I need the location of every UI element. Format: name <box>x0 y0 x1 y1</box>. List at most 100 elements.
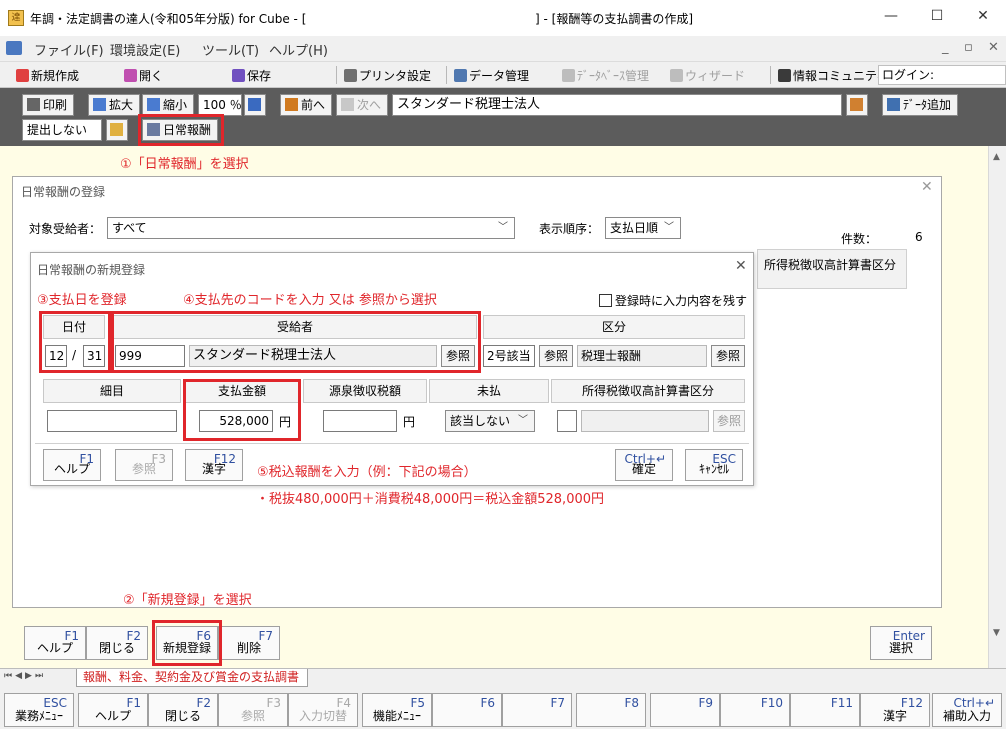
order-label: 表示順序： <box>539 222 600 236</box>
close-button[interactable]: ✕ <box>960 0 1006 32</box>
zoom-value-field[interactable]: 100 ％ <box>198 94 242 116</box>
record-search-button[interactable] <box>846 94 868 116</box>
close-icon[interactable]: ✕ <box>735 258 747 274</box>
minimize-button[interactable]: — <box>868 0 914 32</box>
fkey-f10[interactable]: F10 <box>720 693 790 727</box>
fkey-f4[interactable]: F4 入力切替 <box>288 693 358 727</box>
page-edge-text <box>944 238 956 638</box>
inner-cancel-esc-button[interactable]: ESC ｷｬﾝｾﾙ <box>685 449 743 481</box>
printer-setup-button[interactable]: プリンタ設定 <box>344 67 431 84</box>
next-arrow-icon <box>341 98 354 111</box>
wizard-icon <box>670 69 683 82</box>
count-value: 6 <box>915 230 923 244</box>
detail-input[interactable] <box>47 410 177 432</box>
info-community-button[interactable]: 情報コミュニティ <box>778 67 888 84</box>
fkey-f2[interactable]: F2 閉じる <box>148 693 218 727</box>
mdi-close-button[interactable]: ✕ <box>988 40 999 55</box>
zoom-out-icon <box>147 98 160 111</box>
target-select[interactable]: すべて ﹀ <box>107 217 515 239</box>
header-tax-category: 所得税徴収高計算書区分 <box>551 379 745 403</box>
fkey-f12[interactable]: F12 漢字 <box>860 693 930 727</box>
zoom-search-button[interactable] <box>244 94 266 116</box>
scroll-down-icon[interactable]: ▼ <box>993 628 1000 638</box>
preview-toolbar: 印刷 拡大 縮小 100 ％ 前へ 次へ スタンダード税理士法人 ﾃﾞｰﾀ追加 … <box>0 88 1006 146</box>
add-data-button[interactable]: ﾃﾞｰﾀ追加 <box>882 94 958 116</box>
fkey-f11[interactable]: F11 <box>790 693 860 727</box>
mdi-restore-button[interactable]: ▫ <box>964 40 973 55</box>
print-button[interactable]: 印刷 <box>22 94 74 116</box>
menu-help[interactable]: ヘルプ(H) <box>269 40 328 59</box>
open-button[interactable]: 開く <box>124 67 163 84</box>
delete-f7-button[interactable]: F7 削除 <box>218 626 280 660</box>
select-enter-button[interactable]: Enter 選択 <box>870 626 932 660</box>
database-management-button[interactable]: ﾃﾞｰﾀﾍﾞｰｽ管理 <box>562 67 649 84</box>
record-name-field[interactable]: スタンダード税理士法人 <box>392 94 842 116</box>
withholding-input[interactable] <box>323 410 397 432</box>
dialog-divider <box>35 443 749 444</box>
fkey-f8[interactable]: F8 <box>576 693 646 727</box>
inner-ref-f3-button[interactable]: F3 参照 <box>115 449 173 481</box>
fkey-f9[interactable]: F9 <box>650 693 720 727</box>
inner-help-f1-button[interactable]: F1 ヘルプ <box>43 449 101 481</box>
next-button[interactable]: 次へ <box>336 94 388 116</box>
count-label: 件数： <box>841 232 878 246</box>
prev-button[interactable]: 前へ <box>280 94 332 116</box>
menu-file[interactable]: ファイル(F) <box>34 40 104 59</box>
app-icon: 達 <box>8 10 24 26</box>
fkey-ctrl-enter[interactable]: Ctrl+↵ 補助入力 <box>932 693 1002 727</box>
category-ref-button[interactable]: 参照 <box>539 345 573 367</box>
header-category: 区分 <box>483 315 745 339</box>
keep-input-checkbox[interactable]: 登録時に入力内容を残す <box>599 292 747 309</box>
community-icon <box>778 69 791 82</box>
category-code-input[interactable]: 2号該当 <box>483 345 535 367</box>
fkey-f3[interactable]: F3 参照 <box>218 693 288 727</box>
category-ref2-button[interactable]: 参照 <box>711 345 745 367</box>
tab-payment-report[interactable]: 報酬、料金、契約金及び賞金の支払調書 <box>76 669 308 687</box>
highlight-amount <box>183 379 301 441</box>
submit-settings-button[interactable] <box>106 119 128 141</box>
annotation-5: ⑤税込報酬を入力（例：下記の場合） <box>257 465 477 480</box>
category-name-field: 税理士報酬 <box>577 345 707 367</box>
maximize-button[interactable]: ☐ <box>914 0 960 32</box>
sheet-tab-bar: ⏮◀▶⏭ 報酬、料金、契約金及び賞金の支払調書 <box>0 668 1006 688</box>
save-button[interactable]: 保存 <box>232 67 271 84</box>
fkey-f7[interactable]: F7 <box>502 693 572 727</box>
unpaid-select[interactable]: 該当しない ﹀ <box>445 410 535 432</box>
submit-select[interactable]: 提出しない <box>22 119 102 141</box>
header-withholding: 源泉徴収税額 <box>303 379 427 403</box>
annotation-4: ④支払先のコードを入力 又は 参照から選択 <box>183 293 437 308</box>
menu-settings[interactable]: 環境設定(E) <box>110 40 180 59</box>
fkey-esc[interactable]: ESC 業務ﾒﾆｭｰ <box>4 693 74 727</box>
tab-navigation-icon[interactable]: ⏮◀▶⏭ <box>4 671 78 686</box>
vertical-scrollbar[interactable]: ▲ ▼ <box>988 146 1006 668</box>
close-f2-button[interactable]: F2 閉じる <box>86 626 148 660</box>
wizard-button[interactable]: ウィザード <box>670 67 745 84</box>
highlight-payee <box>111 311 481 373</box>
scroll-up-icon[interactable]: ▲ <box>993 152 1000 162</box>
inner-confirm-button[interactable]: Ctrl+↵ 確定 <box>615 449 673 481</box>
new-button[interactable]: 新規作成 <box>16 67 79 84</box>
prev-arrow-icon <box>285 98 298 111</box>
window-title: 年調・法定調書の達人(令和05年分版) for Cube - [ <box>30 12 307 26</box>
data-management-button[interactable]: データ管理 <box>454 67 529 84</box>
zoom-in-icon <box>93 98 106 111</box>
help-f1-button[interactable]: F1 ヘルプ <box>24 626 86 660</box>
fkey-f1[interactable]: F1 ヘルプ <box>78 693 148 727</box>
inner-kanji-f12-button[interactable]: F12 漢字 <box>185 449 243 481</box>
mdi-icon <box>6 41 22 55</box>
search-record-icon <box>850 98 863 111</box>
mdi-minimize-button[interactable]: _ <box>942 40 949 55</box>
fkey-f6[interactable]: F6 <box>432 693 502 727</box>
database-icon <box>562 69 575 82</box>
chevron-down-icon: ﹀ <box>518 415 528 426</box>
fkey-f5[interactable]: F5 機能ﾒﾆｭｰ <box>362 693 432 727</box>
menu-tools[interactable]: ツール(T) <box>202 40 259 59</box>
tax-category-code-input[interactable] <box>557 410 577 432</box>
zoom-out-button[interactable]: 縮小 <box>142 94 194 116</box>
column-header-tax-category: 所得税徴収高計算書区分 <box>764 258 897 272</box>
close-icon[interactable]: ✕ <box>921 179 933 195</box>
tax-category-ref-button[interactable]: 参照 <box>713 410 745 432</box>
toolbar-separator <box>770 66 771 84</box>
order-select[interactable]: 支払日順 ﹀ <box>605 217 681 239</box>
zoom-in-button[interactable]: 拡大 <box>88 94 140 116</box>
